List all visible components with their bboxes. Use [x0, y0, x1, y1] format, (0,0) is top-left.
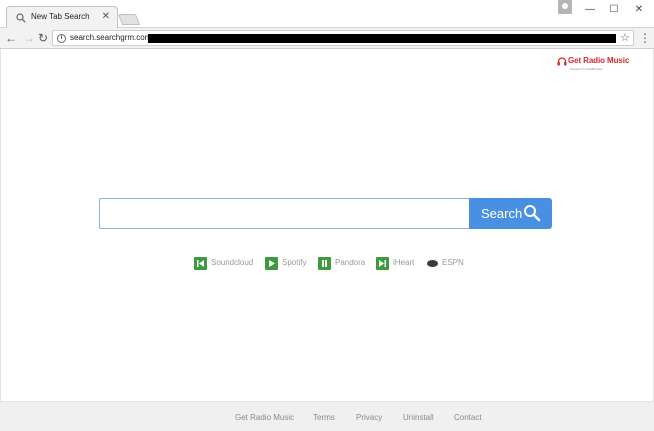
quick-link-label: Spotify: [282, 258, 307, 267]
bookmark-star-icon[interactable]: ☆: [620, 31, 630, 45]
url-text: search.searchgrm.com: [70, 33, 152, 42]
footer-link-privacy[interactable]: Privacy: [356, 413, 382, 422]
browser-toolbar: ← → ↻ i search.searchgrm.com ☆ ⋮: [0, 28, 654, 49]
skip-back-icon: [194, 257, 207, 270]
footer-link-uninstall[interactable]: Uninstall: [403, 413, 434, 422]
tab-close-icon[interactable]: ✕: [102, 11, 110, 23]
reload-icon[interactable]: ↻: [36, 31, 50, 45]
url-redaction-bar: [148, 34, 616, 43]
quick-link-label: Soundcloud: [211, 258, 254, 267]
browser-tab-active[interactable]: New Tab Search ✕: [6, 6, 118, 29]
magnifier-icon: [524, 205, 541, 222]
tab-title: New Tab Search: [31, 12, 90, 21]
profile-icon[interactable]: [558, 0, 572, 14]
quick-link-label: iHeart: [393, 258, 415, 267]
quick-links: Soundcloud Spotify Pandora iHeart ESPN: [194, 256, 494, 272]
brand-name: Get Radio Music: [568, 56, 630, 65]
espn-logo-icon: [427, 260, 438, 267]
browser-menu-icon[interactable]: ⋮: [639, 31, 651, 45]
browser-titlebar: New Tab Search ✕ — ☐ ✕: [0, 0, 654, 29]
search-button-label: Search: [481, 206, 523, 221]
headphones-icon: [557, 57, 567, 66]
brand-logo[interactable]: Get Radio Music Powered by InfoBrowser: [557, 56, 637, 76]
pause-icon: [318, 257, 331, 270]
maximize-button[interactable]: ☐: [606, 3, 622, 17]
window-close-button[interactable]: ✕: [631, 3, 647, 17]
page-footer: Get Radio Music Terms Privacy Uninstall …: [0, 401, 654, 431]
skip-forward-icon: [376, 257, 389, 270]
search-button[interactable]: Search: [469, 198, 552, 229]
forward-arrow-icon[interactable]: →: [22, 31, 36, 45]
search-input[interactable]: [99, 198, 471, 229]
brand-subtitle: Powered by InfoBrowser: [570, 67, 603, 71]
search-icon: [16, 13, 26, 23]
footer-link-terms[interactable]: Terms: [313, 413, 335, 422]
minimize-button[interactable]: —: [582, 3, 598, 17]
address-bar[interactable]: i search.searchgrm.com ☆: [52, 30, 634, 46]
new-tab-button[interactable]: [117, 14, 141, 25]
footer-link-get-radio-music[interactable]: Get Radio Music: [235, 413, 294, 422]
footer-link-contact[interactable]: Contact: [454, 413, 482, 422]
back-arrow-icon[interactable]: ←: [4, 31, 18, 45]
site-info-icon[interactable]: i: [57, 34, 66, 43]
quick-link-label: ESPN: [442, 258, 464, 267]
quick-link-label: Pandora: [335, 258, 366, 267]
play-icon: [265, 257, 278, 270]
